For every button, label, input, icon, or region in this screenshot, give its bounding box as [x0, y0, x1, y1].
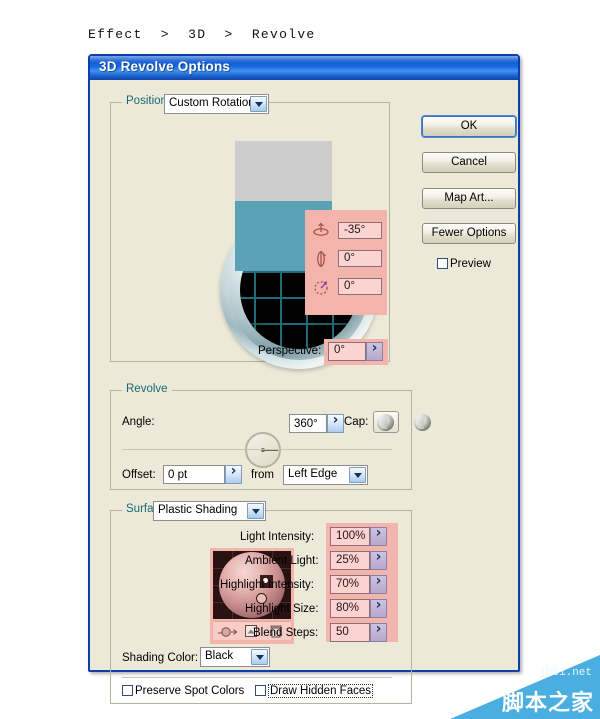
- preserve-spot-colors-label: Preserve Spot Colors: [135, 685, 245, 697]
- checkbox-icon[interactable]: [437, 258, 448, 269]
- highlight-intensity-stepper[interactable]: [370, 573, 387, 594]
- blend-steps-stepper[interactable]: [370, 621, 387, 642]
- highlight-size-value: 80%: [336, 602, 360, 614]
- cap-hollow-button[interactable]: [410, 411, 436, 433]
- blend-steps-field[interactable]: 50: [330, 623, 370, 642]
- highlight-intensity-value: 70%: [336, 578, 360, 590]
- position-preset-value: Custom Rotation: [169, 97, 255, 109]
- rotate-y-field[interactable]: 0°: [338, 250, 382, 267]
- preview-checkbox[interactable]: Preview: [437, 258, 491, 270]
- cap-hollow-icon: [414, 414, 431, 431]
- revolve-group-label: Revolve: [122, 383, 172, 395]
- highlight-intensity-label: Highlight Intensity:: [220, 579, 314, 591]
- ambient-light-field[interactable]: 25%: [330, 551, 370, 570]
- surface-shading-value: Plastic Shading: [158, 504, 238, 516]
- 3d-revolve-options-dialog: 3D Revolve Options Position: Custom Rota…: [88, 54, 520, 704]
- offset-value: 0 pt: [168, 469, 188, 481]
- shading-color-select[interactable]: Black: [200, 647, 270, 667]
- chevron-down-icon[interactable]: [250, 96, 267, 112]
- offset-stepper[interactable]: [225, 463, 242, 484]
- highlight-size-stepper[interactable]: [370, 597, 387, 618]
- chevron-down-icon[interactable]: [247, 503, 264, 519]
- rotate-y-value: 0°: [344, 252, 355, 264]
- dialog-titlebar[interactable]: 3D Revolve Options: [90, 56, 518, 80]
- highlight-size-label: Highlight Size:: [245, 603, 319, 615]
- rotate-z-value: 0°: [344, 280, 355, 292]
- preview-label: Preview: [450, 258, 491, 270]
- dialog-title: 3D Revolve Options: [99, 59, 231, 74]
- draw-hidden-faces-checkbox[interactable]: Draw Hidden Faces: [255, 684, 373, 698]
- cap-label: Cap:: [344, 416, 369, 428]
- preserve-spot-colors-checkbox[interactable]: Preserve Spot Colors: [122, 685, 244, 697]
- offset-from-label: from: [251, 469, 274, 481]
- ambient-light-label: Ambient Light:: [245, 555, 319, 567]
- angle-dial-hand: [263, 450, 278, 451]
- highlight-size-field[interactable]: 80%: [330, 599, 370, 618]
- breadcrumb: Effect > 3D > Revolve: [88, 27, 316, 42]
- perspective-stepper[interactable]: [366, 340, 383, 361]
- new-light-icon[interactable]: [217, 625, 239, 638]
- artwork-top-face: [235, 141, 332, 201]
- watermark-text: 脚本之家: [501, 690, 594, 715]
- offset-label: Offset:: [122, 469, 156, 481]
- light-intensity-stepper[interactable]: [370, 525, 387, 546]
- surface-shading-select[interactable]: Plastic Shading: [153, 501, 266, 521]
- checkbox-icon[interactable]: [122, 685, 133, 696]
- fewer-options-button[interactable]: Fewer Options: [422, 223, 516, 244]
- angle-stepper[interactable]: [327, 412, 344, 433]
- watermark-domain: jb51.net: [539, 667, 592, 679]
- offset-field[interactable]: 0 pt: [163, 465, 225, 484]
- draw-hidden-faces-label: Draw Hidden Faces: [268, 684, 373, 698]
- angle-field[interactable]: 360°: [289, 414, 327, 433]
- shading-color-label: Shading Color:: [122, 652, 199, 664]
- cap-solid-icon: [377, 414, 394, 431]
- checkbox-icon[interactable]: [255, 685, 266, 696]
- blend-steps-value: 50: [336, 626, 349, 638]
- rotate-z-field[interactable]: 0°: [338, 278, 382, 295]
- cancel-button[interactable]: Cancel: [422, 152, 516, 173]
- light-intensity-value: 100%: [336, 530, 366, 542]
- rotate-y-icon: [317, 251, 326, 267]
- ambient-light-value: 25%: [336, 554, 360, 566]
- watermark: jb51.net 脚本之家: [450, 655, 600, 719]
- map-art-button[interactable]: Map Art...: [422, 188, 516, 209]
- position-preset-select[interactable]: Custom Rotation: [164, 94, 269, 114]
- perspective-label: Perspective:: [258, 345, 322, 357]
- angle-dial[interactable]: [245, 432, 281, 468]
- ambient-light-stepper[interactable]: [370, 549, 387, 570]
- rotate-x-value: -35°: [344, 224, 366, 236]
- ok-button[interactable]: OK: [422, 116, 516, 137]
- chevron-down-icon[interactable]: [349, 467, 366, 483]
- rotate-z-icon: [314, 281, 328, 295]
- offset-from-select[interactable]: Left Edge: [283, 465, 368, 485]
- rotate-x-field[interactable]: -35°: [338, 222, 382, 239]
- shading-color-value: Black: [205, 650, 234, 662]
- blend-steps-label: Blend Steps:: [253, 627, 319, 639]
- offset-from-value: Left Edge: [288, 468, 338, 480]
- light-intensity-field[interactable]: 100%: [330, 527, 370, 546]
- light-intensity-label: Light Intensity:: [240, 531, 315, 543]
- surface-divider: [122, 677, 392, 678]
- perspective-field[interactable]: 0°: [328, 342, 366, 361]
- dialog-body: Position: Custom Rotation -35° 0° 0° Per…: [90, 80, 518, 704]
- perspective-value: 0°: [334, 344, 345, 356]
- revolve-divider: [122, 449, 392, 450]
- cap-solid-button[interactable]: [373, 411, 399, 433]
- highlight-intensity-field[interactable]: 70%: [330, 575, 370, 594]
- rotate-x-icon: [313, 222, 329, 236]
- angle-value: 360°: [294, 418, 318, 430]
- angle-label: Angle:: [122, 416, 155, 428]
- chevron-down-icon[interactable]: [251, 649, 268, 665]
